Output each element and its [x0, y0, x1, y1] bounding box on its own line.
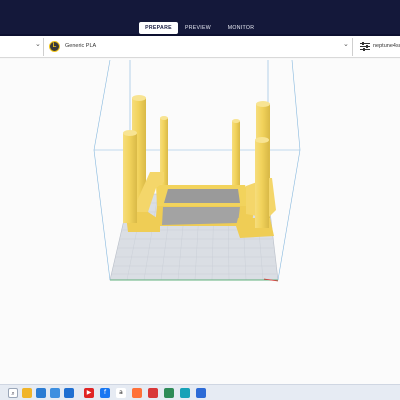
- settings-toolbar: ⌄ L Generic PLA ⌄ neptune4sup: [0, 36, 400, 58]
- tab-preview[interactable]: PREVIEW: [181, 22, 215, 34]
- browser-icon[interactable]: [132, 388, 142, 398]
- mail-icon[interactable]: [36, 388, 46, 398]
- photos-icon[interactable]: [50, 388, 60, 398]
- chevron-down-icon[interactable]: ⌄: [343, 40, 349, 48]
- 3d-viewport[interactable]: [0, 59, 400, 384]
- tab-prepare[interactable]: PREPARE: [139, 22, 178, 34]
- stage-header: PREPARE PREVIEW MONITOR: [0, 0, 400, 34]
- settings-icon[interactable]: [196, 388, 206, 398]
- chrome-icon[interactable]: [148, 388, 158, 398]
- facebook-icon[interactable]: f: [100, 388, 110, 398]
- toolbar-divider: [43, 38, 44, 56]
- store-icon[interactable]: [64, 388, 74, 398]
- edge-icon[interactable]: [180, 388, 190, 398]
- file-explorer-icon[interactable]: [22, 388, 32, 398]
- youtube-icon[interactable]: ▶: [84, 388, 94, 398]
- print-settings-selector[interactable]: neptune4sup: [373, 43, 400, 49]
- stage-tabs: PREPARE PREVIEW MONITOR: [0, 22, 400, 34]
- cura-icon[interactable]: [164, 388, 174, 398]
- chevron-down-icon[interactable]: ⌄: [35, 40, 41, 48]
- taskbar: ⌕ ▶ f a: [0, 384, 400, 400]
- scene[interactable]: [0, 59, 400, 384]
- print-settings-icon[interactable]: [360, 42, 370, 51]
- material-badge-icon[interactable]: L: [49, 41, 60, 52]
- search-icon[interactable]: ⌕: [8, 388, 18, 398]
- tab-monitor[interactable]: MONITOR: [222, 22, 260, 34]
- material-selector[interactable]: Generic PLA: [65, 43, 96, 49]
- amazon-icon[interactable]: a: [116, 388, 126, 398]
- toolbar-divider: [352, 38, 353, 56]
